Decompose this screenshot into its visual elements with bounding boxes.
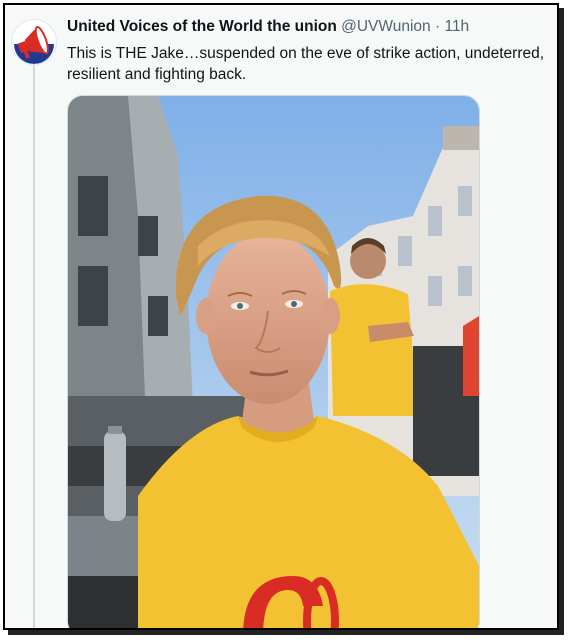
user-handle[interactable]: @UVWunion <box>341 18 431 35</box>
tweet-text: This is THE Jake…suspended on the eve of… <box>67 45 545 83</box>
timestamp[interactable]: 11h <box>444 18 469 35</box>
thread-line <box>33 65 35 628</box>
tweet-header: United Voices of the World the union @UV… <box>67 17 549 37</box>
tweet-photo[interactable] <box>67 95 480 628</box>
avatar[interactable] <box>11 19 57 65</box>
photo-illustration <box>68 96 479 628</box>
separator: · <box>434 18 441 35</box>
megaphone-icon <box>13 21 55 64</box>
display-name[interactable]: United Voices of the World the union <box>67 18 337 35</box>
tweet-card[interactable]: United Voices of the World the union @UV… <box>3 3 559 630</box>
